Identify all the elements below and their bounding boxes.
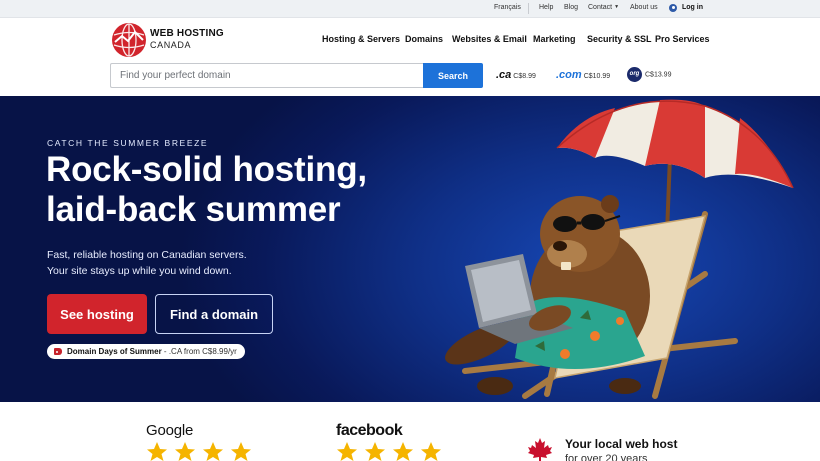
nav-hosting-servers[interactable]: Hosting & Servers — [322, 34, 400, 44]
star-icon — [231, 442, 251, 461]
star-icon — [175, 442, 195, 461]
hero-subtitle-line2: Your site stays up while you wind down. — [47, 265, 232, 277]
star-icon — [365, 442, 385, 461]
search-button[interactable]: Search — [423, 63, 483, 88]
nav-domains[interactable]: Domains — [405, 34, 443, 44]
promo-title: Domain Days of Summer — [67, 347, 162, 356]
umbrella-icon — [556, 99, 794, 189]
tld-price-com[interactable]: .com C$10.99 — [556, 69, 610, 81]
login-link[interactable]: Log in — [682, 4, 703, 11]
help-link[interactable]: Help — [539, 4, 553, 11]
user-icon — [669, 4, 677, 12]
utility-bar: Français Help Blog Contact ▼ About us Log… — [0, 0, 820, 18]
tld-price-ca[interactable]: .ca C$8.99 — [496, 69, 536, 81]
brand-logo-icon[interactable] — [111, 22, 147, 58]
nav-websites-email[interactable]: Websites & Email — [452, 34, 527, 44]
hero-eyebrow: CATCH THE SUMMER BREEZE — [47, 138, 209, 148]
contact-label: Contact — [588, 4, 613, 11]
tld-name: .ca — [496, 69, 512, 81]
beaver-beach-illustration — [445, 99, 794, 399]
hero-subtitle-line1: Fast, reliable hosting on Canadian serve… — [47, 249, 247, 261]
find-domain-button[interactable]: Find a domain — [155, 294, 273, 334]
brand-name[interactable]: WEB HOSTING — [150, 28, 224, 39]
google-logo[interactable]: Google — [146, 422, 193, 439]
maple-leaf-icon — [528, 438, 552, 461]
nav-security-ssl[interactable]: Security & SSL — [587, 34, 652, 44]
star-icon — [147, 442, 167, 461]
see-hosting-button[interactable]: See hosting — [47, 294, 147, 334]
promo-detail: - .CA from C$8.99/yr — [161, 347, 237, 356]
hero-banner: CATCH THE SUMMER BREEZE Rock-solid hosti… — [0, 96, 820, 402]
tld-price: C$13.99 — [645, 71, 672, 79]
hero-headline: Rock-solid hosting, laid-back summer — [46, 150, 367, 230]
brand-country[interactable]: CANADA — [150, 40, 191, 50]
tag-icon — [54, 348, 62, 355]
about-link[interactable]: About us — [630, 4, 658, 11]
star-icon — [337, 442, 357, 461]
facebook-logo[interactable]: facebook — [336, 422, 403, 440]
domain-search-input[interactable] — [110, 63, 423, 88]
star-icon — [421, 442, 441, 461]
language-link[interactable]: Français — [494, 4, 521, 11]
facebook-rating-stars — [337, 442, 441, 461]
star-icon — [393, 442, 413, 461]
tld-price: C$10.99 — [583, 73, 611, 80]
star-icon — [203, 442, 223, 461]
caret-down-icon: ▼ — [614, 4, 620, 10]
tld-name: .com — [556, 69, 582, 81]
trust-subtitle: for over 20 years — [565, 453, 648, 461]
divider — [528, 3, 529, 14]
trust-title: Your local web host — [565, 437, 678, 451]
promo-pill[interactable]: Domain Days of Summer - .CA from C$8.99/… — [47, 344, 245, 359]
nav-marketing[interactable]: Marketing — [533, 34, 576, 44]
hero-headline-line1: Rock-solid hosting, — [46, 150, 367, 189]
blog-link[interactable]: Blog — [564, 4, 578, 11]
tld-name: org — [627, 67, 642, 82]
contact-menu[interactable]: Contact ▼ — [588, 4, 619, 11]
nav-pro-services[interactable]: Pro Services — [655, 34, 710, 44]
google-rating-stars — [147, 442, 251, 461]
tld-price-org[interactable]: org C$13.99 — [627, 67, 671, 82]
hero-headline-line2: laid-back summer — [46, 190, 341, 229]
tld-price: C$8.99 — [513, 73, 536, 80]
hero-subtitle: Fast, reliable hosting on Canadian serve… — [47, 247, 247, 279]
